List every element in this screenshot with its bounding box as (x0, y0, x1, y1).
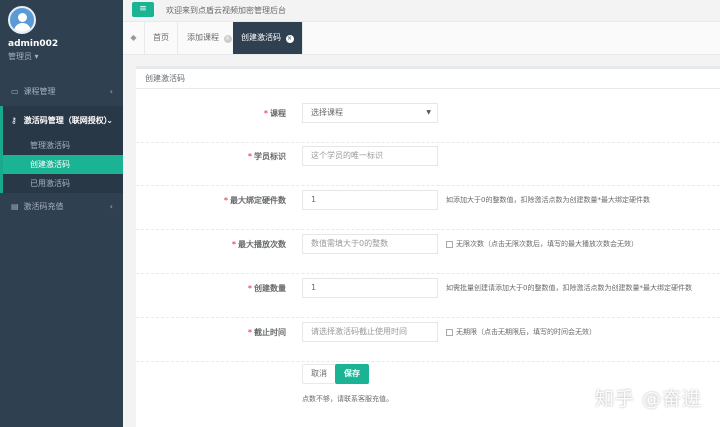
deadline-label: 截止时间 (254, 328, 286, 337)
tab-label: 首页 (153, 33, 169, 42)
watermark: 知乎 @奋进 (594, 388, 702, 410)
sidebar-item-label: 激活码管理（联网授权） (23, 116, 112, 125)
recharge-note: 点数不够，请联系客服充值。 (302, 395, 393, 403)
submenu: 管理激活码 创建激活码 已用激活码 (0, 136, 123, 193)
required-mark: * (247, 284, 252, 293)
top-bar: ≡ 欢迎来到点盾云视频加密管理后台 (123, 0, 720, 22)
create-count-input[interactable]: 1 (302, 278, 438, 298)
avatar[interactable] (8, 6, 36, 34)
welcome-text: 欢迎来到点盾云视频加密管理后台 (166, 6, 286, 15)
tab-bar: ◆ 首页 添加课程 × 创建激活码 × (123, 22, 720, 55)
sidebar-subitem-create-code[interactable]: 创建激活码 (0, 155, 123, 174)
chevron-down-icon: ⌄ (106, 116, 113, 125)
required-mark: * (247, 152, 252, 161)
sidebar-item-course-management[interactable]: ▭ 课程管理 ‹ (0, 78, 123, 106)
tab-add-course[interactable]: 添加课程 × (179, 22, 241, 54)
sidebar: admin002 管理员 ▾ ▭ 课程管理 ‹ ⚷ 激活码管理（联网授权） ⌄ … (0, 0, 123, 427)
sidebar-menu: ▭ 课程管理 ‹ ⚷ 激活码管理（联网授权） ⌄ 管理激活码 创建激活码 已用激… (0, 78, 123, 221)
hamburger-icon: ≡ (139, 4, 147, 14)
credit-card-icon: ▤ (11, 202, 19, 211)
max-bind-input[interactable]: 1 (302, 190, 438, 210)
save-button[interactable]: 保存 (335, 364, 369, 384)
max-bind-label: 最大绑定硬件数 (230, 196, 286, 205)
tab-label: 创建激活码 (241, 33, 281, 42)
required-mark: * (223, 196, 228, 205)
user-profile: admin002 管理员 ▾ (0, 0, 123, 78)
max-play-help: 无限次数（点击无限次数后，填写的最大播放次数会无效） (456, 240, 638, 248)
close-icon[interactable]: × (223, 35, 232, 43)
close-icon[interactable]: × (285, 35, 294, 43)
form-row-max-play: * 最大播放次数 数值需填大于0的整数 无限次数（点击无限次数后，填写的最大播放次… (136, 234, 720, 274)
deadline-help: 无期限（点击无期限后，填写的时间会无效） (456, 328, 596, 336)
form-row-max-bind: * 最大绑定硬件数 1 如添加大于0的整数值，扣除激活点数为创建数量*最大绑定硬件… (136, 190, 720, 230)
sidebar-subitem-manage-codes[interactable]: 管理激活码 (0, 136, 123, 155)
create-count-label: 创建数量 (254, 284, 286, 293)
course-select[interactable]: 选择课程 ▼ (302, 103, 438, 123)
no-deadline-checkbox[interactable] (446, 328, 453, 336)
unlimited-plays-checkbox[interactable] (446, 240, 453, 248)
tab-label: 添加课程 (187, 33, 219, 42)
required-mark: * (247, 328, 252, 337)
sidebar-item-recharge[interactable]: ▤ 激活码充值 ‹ (0, 193, 123, 221)
sidebar-item-label: 激活码充值 (23, 202, 64, 211)
form-row-student: * 学员标识 这个学员的唯一标识 (136, 146, 720, 186)
create-count-help: 如需批量创建请添加大于0的整数值，扣除激活点数为创建数量*最大绑定硬件数 (446, 284, 692, 292)
required-mark: * (263, 109, 268, 118)
key-icon: ⚷ (11, 116, 17, 125)
sidebar-item-label: 课程管理 (23, 87, 56, 96)
form-row-create-count: * 创建数量 1 如需批量创建请添加大于0的整数值，扣除激活点数为创建数量*最大绑… (136, 278, 720, 318)
tab-create-code[interactable]: 创建激活码 × (233, 22, 303, 54)
menu-toggle-button[interactable]: ≡ (132, 2, 154, 17)
cancel-button[interactable]: 取消 (302, 364, 336, 384)
sidebar-item-activation-code-management[interactable]: ⚷ 激活码管理（联网授权） ⌄ (0, 106, 123, 136)
form-row-course: * 课程 选择课程 ▼ (136, 103, 720, 143)
deadline-input[interactable]: 请选择激活码截止使用时间 (302, 322, 438, 342)
user-role-dropdown[interactable]: 管理员 ▾ (8, 51, 123, 62)
max-bind-help: 如添加大于0的整数值，扣除激活点数为创建数量*最大绑定硬件数 (446, 196, 650, 204)
panel-title: 创建激活码 (136, 69, 720, 89)
course-label: 课程 (270, 109, 286, 118)
username: admin002 (8, 39, 59, 49)
form-row-deadline: * 截止时间 请选择激活码截止使用时间 无期限（点击无期限后，填写的时间会无效） (136, 322, 720, 362)
tag-icon[interactable]: ◆ (123, 22, 145, 54)
caret-down-icon: ▼ (426, 109, 431, 116)
tab-home[interactable]: 首页 (145, 22, 178, 54)
required-mark: * (231, 240, 236, 249)
max-play-input[interactable]: 数值需填大于0的整数 (302, 234, 438, 254)
student-id-input[interactable]: 这个学员的唯一标识 (302, 146, 438, 166)
student-id-label: 学员标识 (254, 152, 286, 161)
chevron-left-icon: ‹ (109, 202, 113, 211)
monitor-icon: ▭ (11, 87, 19, 96)
chevron-left-icon: ‹ (109, 87, 113, 96)
sidebar-subitem-used-codes[interactable]: 已用激活码 (0, 174, 123, 193)
create-code-panel: 创建激活码 * 课程 选择课程 ▼ * 学员标识 这个学员的唯一标识 * 最大绑定硬件… (136, 66, 720, 427)
max-play-label: 最大播放次数 (238, 240, 286, 249)
